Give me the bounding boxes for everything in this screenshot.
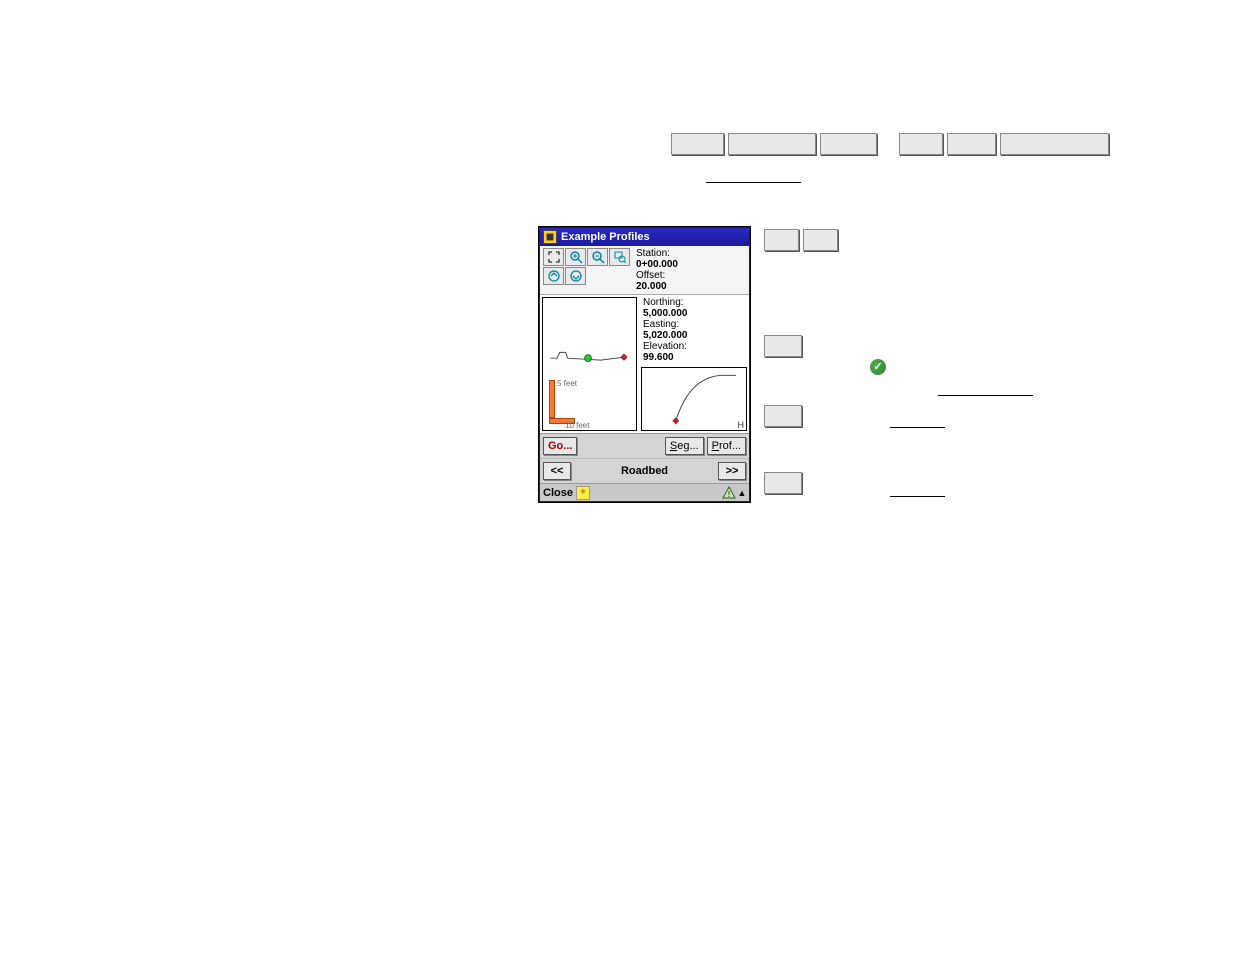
station-value: 0+00.000 — [636, 259, 746, 270]
offset-value: 20.000 — [636, 281, 746, 292]
action-button-row: Go... Seg... Prof... — [540, 433, 749, 458]
station-label: Station: — [636, 248, 746, 259]
underline — [706, 182, 801, 183]
seg-button[interactable]: Seg... — [665, 437, 704, 455]
segment-name: Roadbed — [574, 465, 715, 477]
easting-value: 5,020.000 — [643, 330, 745, 341]
offset-label: Offset: — [636, 270, 746, 281]
blank-button[interactable] — [803, 229, 838, 251]
titlebar: Example Profiles — [540, 228, 749, 246]
blank-button[interactable] — [820, 133, 877, 155]
star-icon[interactable]: ✶ — [576, 486, 590, 500]
window-title: Example Profiles — [561, 231, 650, 243]
check-icon: ✓ — [870, 359, 886, 375]
blank-button[interactable] — [764, 405, 802, 427]
scale-vertical — [549, 380, 555, 418]
info-panel-top: Station: 0+00.000 Offset: 20.000 — [630, 248, 746, 292]
cross-section-view[interactable]: H — [641, 367, 747, 431]
elevation-label: Elevation: — [643, 341, 745, 352]
up-arrow-icon[interactable]: ▲ — [738, 486, 746, 500]
status-bar: Close ✶ ! ▲ — [540, 483, 749, 501]
blank-button[interactable] — [1000, 133, 1109, 155]
pan-up-icon[interactable] — [543, 267, 564, 285]
blank-button[interactable] — [764, 229, 799, 251]
info-panel-coords: Northing: 5,000.000 Easting: 5,020.000 E… — [639, 295, 749, 365]
prof-button[interactable]: Prof... — [707, 437, 746, 455]
pan-down-icon[interactable] — [565, 267, 586, 285]
empty — [587, 267, 608, 285]
scale-vertical-label: 5 feet — [557, 379, 577, 388]
next-button[interactable]: >> — [718, 462, 746, 480]
underline — [890, 427, 945, 428]
zoom-window-icon[interactable] — [609, 248, 630, 266]
profile-window: Example Profiles Sta — [539, 227, 750, 502]
plan-view[interactable]: 5 feet 10 feet — [542, 297, 637, 431]
svg-text:!: ! — [728, 490, 731, 499]
warning-icon[interactable]: ! — [722, 486, 736, 500]
empty — [609, 267, 630, 285]
blank-button[interactable] — [728, 133, 816, 155]
blank-button[interactable] — [899, 133, 943, 155]
blank-button[interactable] — [671, 133, 724, 155]
blank-button[interactable] — [947, 133, 996, 155]
scale-horizontal-label: 10 feet — [565, 421, 589, 430]
app-icon — [543, 230, 557, 244]
button-pair — [764, 229, 838, 251]
h-label: H — [738, 420, 745, 430]
prev-button[interactable]: << — [543, 462, 571, 480]
easting-label: Easting: — [643, 319, 745, 330]
blank-button[interactable] — [764, 335, 802, 357]
toolbar-row-1 — [671, 133, 1109, 155]
elevation-value: 99.600 — [643, 352, 745, 363]
blank-button[interactable] — [764, 472, 802, 494]
nav-row: << Roadbed >> — [540, 458, 749, 483]
zoom-out-icon[interactable] — [587, 248, 608, 266]
underline — [890, 496, 945, 497]
northing-label: Northing: — [643, 297, 745, 308]
zoom-extents-icon[interactable] — [543, 248, 564, 266]
toolbar: Station: 0+00.000 Offset: 20.000 — [540, 246, 749, 295]
underline — [938, 395, 1033, 396]
go-button[interactable]: Go... — [543, 437, 577, 455]
northing-value: 5,000.000 — [643, 308, 745, 319]
close-button[interactable]: Close — [543, 487, 573, 499]
zoom-in-icon[interactable] — [565, 248, 586, 266]
